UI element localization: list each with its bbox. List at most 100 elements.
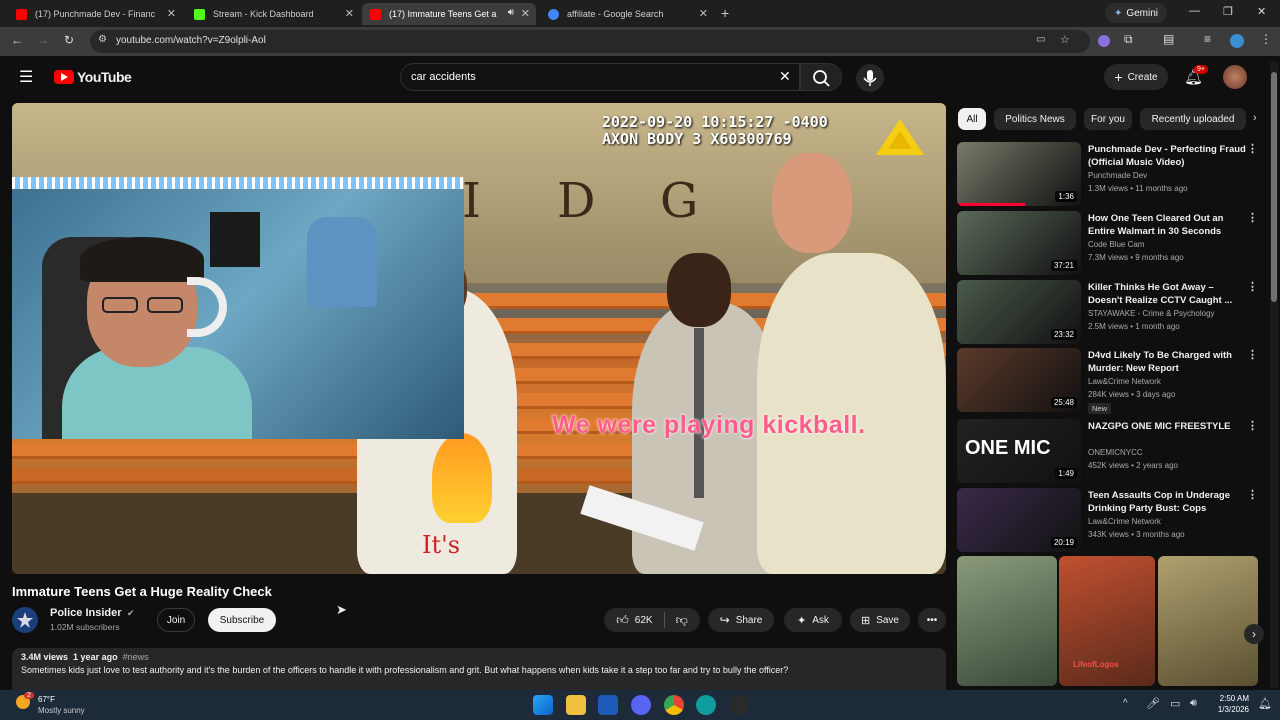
channel-avatar[interactable] [12, 607, 38, 633]
windows-start-icon[interactable] [533, 695, 553, 715]
tray-mic-icon[interactable]: 🎤︎ [1146, 697, 1160, 710]
edge-icon[interactable] [696, 695, 716, 715]
bookmark-star-icon[interactable]: ☆ [1060, 33, 1070, 46]
notifications-icon[interactable]: 🔔︎ [1258, 697, 1272, 710]
close-icon[interactable]: ✕ [699, 7, 708, 20]
close-icon[interactable]: ✕ [521, 7, 530, 20]
video-thumbnail[interactable]: 37:21 [957, 211, 1081, 275]
hashtag-link[interactable]: #news [123, 652, 149, 662]
chrome-icon[interactable] [664, 695, 684, 715]
recommended-title[interactable]: Punchmade Dev - Perfecting Fraud (Offici… [1088, 143, 1248, 169]
chip-recently-uploaded[interactable]: Recently uploaded [1140, 108, 1246, 130]
short-thumbnail[interactable] [1158, 556, 1258, 686]
search-input[interactable]: car accidents ✕ [400, 63, 800, 91]
page-scrollbar[interactable] [1270, 62, 1278, 688]
shorts-next-arrow-icon[interactable]: › [1244, 624, 1264, 644]
network-icon[interactable]: ▭ [1170, 697, 1180, 710]
recommended-channel[interactable]: Law&Crime Network [1088, 377, 1161, 386]
side-panel-icon[interactable]: ▤ [1163, 32, 1174, 46]
minimize-button[interactable]: — [1189, 5, 1200, 17]
video-player[interactable]: I D G It's 2022-09-20 10:15:27 -0400 AXO… [12, 103, 946, 574]
more-actions-button[interactable]: ••• [918, 608, 946, 632]
chip-scroll-arrow-icon[interactable]: › [1253, 112, 1257, 124]
forward-arrow-icon[interactable]: → [37, 33, 49, 47]
new-tab-button[interactable]: + [721, 5, 729, 21]
share-button[interactable]: ↪ Share [708, 608, 774, 632]
tray-overflow-icon[interactable]: ^ [1123, 698, 1128, 709]
search-button[interactable] [800, 63, 842, 91]
discord-icon[interactable] [631, 695, 651, 715]
video-thumbnail[interactable]: 1:36 [957, 142, 1081, 206]
downloads-icon[interactable]: ≡ [1204, 32, 1211, 46]
chip-politics-news[interactable]: Politics News [994, 108, 1076, 130]
browser-menu-icon[interactable]: ⋮ [1260, 32, 1272, 46]
chip-for-you[interactable]: For you [1084, 108, 1132, 130]
recommended-channel[interactable]: Law&Crime Network [1088, 517, 1161, 526]
gemini-button[interactable]: ✦ Gemini [1105, 3, 1167, 23]
recommended-video[interactable]: 25:48 D4vd Likely To Be Charged with Murd… [957, 348, 1267, 414]
join-button[interactable]: Join [157, 608, 195, 632]
speaker-icon[interactable]: 🔊︎ [508, 7, 514, 18]
more-vertical-icon[interactable]: ⋮ [1247, 419, 1258, 432]
youtube-logo[interactable]: YouTube [54, 69, 132, 85]
recommended-video[interactable]: 23:32 Killer Thinks He Got Away – Doesn't… [957, 280, 1267, 344]
short-thumbnail[interactable]: LifeofLogos [1059, 556, 1155, 686]
recommended-title[interactable]: How One Teen Cleared Out an Entire Walma… [1088, 212, 1248, 238]
video-thumbnail[interactable]: 25:48 [957, 348, 1081, 412]
subscribe-button[interactable]: Subscribe [208, 608, 276, 632]
obs-icon[interactable] [729, 695, 749, 715]
video-thumbnail[interactable]: 20:19 [957, 488, 1081, 552]
close-icon[interactable]: ✕ [345, 7, 354, 20]
recommended-video[interactable]: ONE MIC 1:49 NAZGPG ONE MIC FREESTYLE ONEMI… [957, 419, 1267, 483]
tab-google[interactable]: affiliate - Google Search ✕ [540, 3, 714, 25]
puzzle-extensions-icon[interactable]: ⧉ [1124, 32, 1133, 47]
thumbs-up-icon[interactable]: 👍︎ [616, 613, 629, 628]
thumbs-down-icon[interactable]: 👎︎ [676, 613, 688, 628]
hamburger-menu-icon[interactable]: ☰ [19, 67, 33, 87]
save-button[interactable]: ⊞ Save [850, 608, 910, 632]
tab-immature-teens[interactable]: (17) Immature Teens Get a H 🔊︎ ✕ [362, 3, 536, 25]
reload-icon[interactable]: ↻ [64, 33, 74, 47]
chip-all[interactable]: All [958, 108, 986, 130]
more-vertical-icon[interactable]: ⋮ [1247, 348, 1258, 361]
more-vertical-icon[interactable]: ⋮ [1247, 211, 1258, 224]
more-vertical-icon[interactable]: ⋮ [1247, 142, 1258, 155]
url-field[interactable]: ⚙︎ youtube.com/watch?v=Z9olpli-Aol ▭ ☆ [90, 30, 1090, 53]
profile-avatar[interactable] [1230, 34, 1244, 48]
more-vertical-icon[interactable]: ⋮ [1247, 488, 1258, 501]
file-explorer-icon[interactable] [566, 695, 586, 715]
ask-button[interactable]: ✦ Ask [784, 608, 842, 632]
back-arrow-icon[interactable]: ← [11, 33, 23, 47]
short-thumbnail[interactable] [957, 556, 1057, 686]
like-count[interactable]: 62K [635, 615, 653, 626]
tab-punchmade[interactable]: (17) Punchmade Dev - Financia ✕ [8, 3, 182, 25]
extension-icon[interactable] [1098, 35, 1110, 47]
recommended-channel[interactable]: Punchmade Dev [1088, 171, 1147, 180]
tab-kick[interactable]: Stream - Kick Dashboard ✕ [186, 3, 360, 25]
create-button[interactable]: + Create [1104, 64, 1168, 90]
site-info-icon[interactable]: ⚙︎ [98, 34, 107, 45]
recommended-channel[interactable]: ONEMICNYCC [1088, 448, 1143, 457]
recommended-video[interactable]: 37:21 How One Teen Cleared Out an Entire … [957, 211, 1267, 275]
clock-time[interactable]: 2:50 AM [1207, 694, 1249, 703]
channel-name[interactable]: Police Insider [50, 607, 122, 619]
recommended-video[interactable]: 20:19 Teen Assaults Cop in Underage Drink… [957, 488, 1267, 552]
recommended-channel[interactable]: STAYAWAKE - Crime & Psychology [1088, 309, 1215, 318]
description-box[interactable]: 3.4M views 1 year ago #news Sometimes ki… [12, 648, 946, 690]
recommended-title[interactable]: Killer Thinks He Got Away – Doesn't Real… [1088, 281, 1248, 307]
restore-button[interactable]: ❐ [1223, 5, 1233, 18]
recommended-title[interactable]: D4vd Likely To Be Charged with Murder: N… [1088, 349, 1248, 375]
scrollbar-thumb[interactable] [1271, 72, 1277, 302]
clock-date[interactable]: 1/3/2026 [1207, 705, 1249, 714]
recommended-title[interactable]: Teen Assaults Cop in Underage Drinking P… [1088, 489, 1248, 515]
more-vertical-icon[interactable]: ⋮ [1247, 280, 1258, 293]
close-window-button[interactable]: ✕ [1257, 5, 1266, 18]
close-icon[interactable]: ✕ [167, 7, 176, 20]
voice-search-button[interactable] [856, 64, 884, 92]
calculator-icon[interactable] [598, 695, 618, 715]
recommended-title[interactable]: NAZGPG ONE MIC FREESTYLE [1088, 420, 1248, 433]
clear-search-icon[interactable]: ✕ [779, 68, 791, 85]
recommended-video[interactable]: 1:36 Punchmade Dev - Perfecting Fraud (Of… [957, 142, 1267, 206]
cast-icon[interactable]: ▭ [1036, 34, 1045, 45]
account-avatar[interactable] [1223, 65, 1247, 89]
